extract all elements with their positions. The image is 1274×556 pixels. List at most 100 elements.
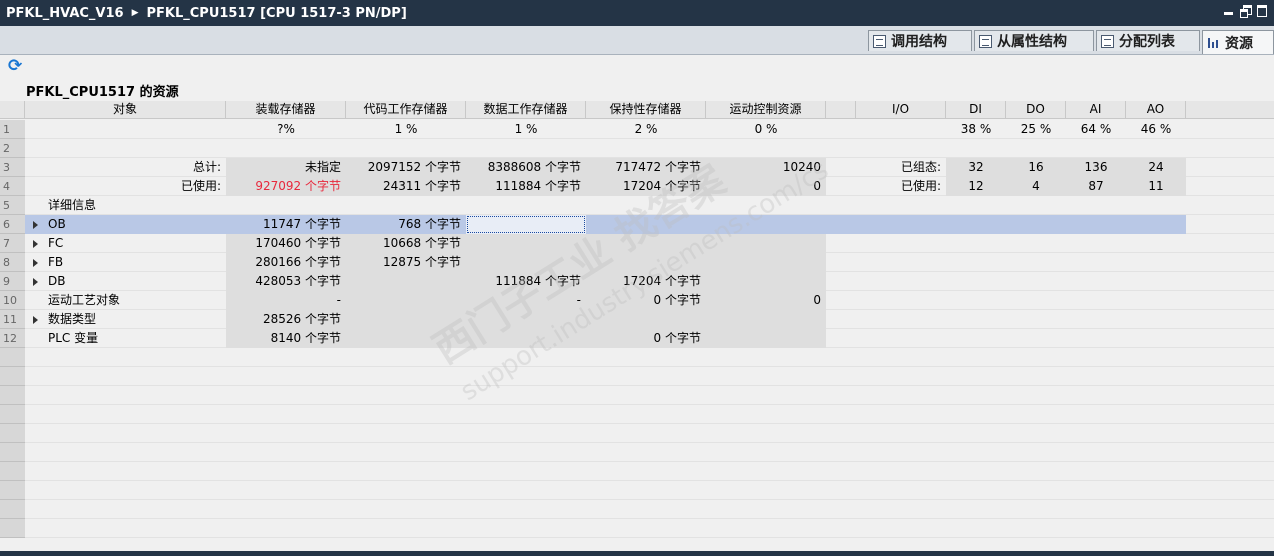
detail-name[interactable]: PLC 变量 <box>44 329 224 348</box>
detail-name[interactable]: DB <box>44 272 224 291</box>
detail-code[interactable]: 10668 个字节 <box>346 234 466 253</box>
device-name[interactable]: PFKL_CPU1517 [CPU 1517-3 PN/DP] <box>147 6 407 21</box>
header-data-work-memory[interactable]: 数据工作存储器 <box>466 101 586 119</box>
maximize-icon[interactable] <box>1257 5 1268 17</box>
header-ai[interactable]: AI <box>1066 101 1126 119</box>
header-ao[interactable]: AO <box>1126 101 1186 119</box>
detail-motion[interactable] <box>706 272 826 291</box>
detail-motion[interactable] <box>706 253 826 272</box>
minimize-icon[interactable] <box>1223 5 1234 16</box>
row-number[interactable] <box>0 443 25 462</box>
row4-ai: 87 <box>1066 177 1126 196</box>
row-number[interactable] <box>0 405 25 424</box>
header-retentive-memory[interactable]: 保持性存储器 <box>586 101 706 119</box>
header-do[interactable]: DO <box>1006 101 1066 119</box>
detail-data[interactable] <box>466 234 586 253</box>
header-load-memory[interactable]: 装载存储器 <box>226 101 346 119</box>
detail-name[interactable]: OB <box>44 215 224 234</box>
row-number[interactable]: 3 <box>0 158 25 177</box>
row1-ao: 46 % <box>1140 122 1172 136</box>
detail-code[interactable]: 12875 个字节 <box>346 253 466 272</box>
detail-load[interactable]: - <box>226 291 346 310</box>
detail-code[interactable] <box>346 329 466 348</box>
detail-load[interactable]: 8140 个字节 <box>226 329 346 348</box>
header-code-work-memory[interactable]: 代码工作存储器 <box>346 101 466 119</box>
header-object[interactable]: 对象 <box>25 101 226 119</box>
row3-do: 16 <box>1006 158 1066 177</box>
detail-load[interactable]: 28526 个字节 <box>226 310 346 329</box>
row-number[interactable] <box>0 519 25 538</box>
row-number[interactable] <box>0 462 25 481</box>
detail-load[interactable]: 428053 个字节 <box>226 272 346 291</box>
detail-motion[interactable]: 0 <box>706 291 826 310</box>
detail-motion[interactable] <box>706 215 826 234</box>
detail-retain[interactable]: 0 个字节 <box>586 329 706 348</box>
detail-load[interactable]: 170460 个字节 <box>226 234 346 253</box>
row-number[interactable] <box>0 424 25 443</box>
row4-ao: 11 <box>1126 177 1186 196</box>
expand-arrow-icon[interactable] <box>33 240 38 248</box>
row-number[interactable]: 11 <box>0 310 25 329</box>
detail-code[interactable] <box>346 310 466 329</box>
detail-name[interactable]: 数据类型 <box>44 310 224 329</box>
header-motion-resources[interactable]: 运动控制资源 <box>706 101 826 119</box>
expand-arrow-icon[interactable] <box>33 278 38 286</box>
tab-resources[interactable]: 资源 <box>1202 30 1274 54</box>
header-di[interactable]: DI <box>946 101 1006 119</box>
detail-name[interactable]: FC <box>44 234 224 253</box>
row-number[interactable]: 9 <box>0 272 25 291</box>
expand-arrow-icon[interactable] <box>33 316 38 324</box>
detail-name[interactable]: 运动工艺对象 <box>44 291 224 310</box>
detail-motion[interactable] <box>706 310 826 329</box>
detail-retain[interactable] <box>586 215 706 234</box>
table-row <box>25 519 1274 538</box>
detail-data[interactable] <box>466 310 586 329</box>
header-io[interactable]: I/O <box>856 101 946 119</box>
detail-retain[interactable] <box>586 234 706 253</box>
row-number[interactable]: 2 <box>0 139 25 158</box>
detail-retain[interactable] <box>586 253 706 272</box>
row-number[interactable]: 7 <box>0 234 25 253</box>
table-row <box>25 424 1274 443</box>
detail-data[interactable]: - <box>466 291 586 310</box>
detail-retain[interactable]: 17204 个字节 <box>586 272 706 291</box>
restore-icon[interactable] <box>1240 5 1252 18</box>
row-number[interactable]: 10 <box>0 291 25 310</box>
row1-retain: 2 % <box>634 122 658 136</box>
detail-data[interactable]: 111884 个字节 <box>466 272 586 291</box>
tab-dependency-structure[interactable]: 从属性结构 <box>974 30 1094 51</box>
row-number[interactable]: 12 <box>0 329 25 348</box>
row-number[interactable]: 8 <box>0 253 25 272</box>
detail-motion[interactable] <box>706 329 826 348</box>
row-number[interactable]: 4 <box>0 177 25 196</box>
tab-assignment-list[interactable]: 分配列表 <box>1096 30 1200 51</box>
detail-load[interactable]: 11747 个字节 <box>226 215 346 234</box>
detail-data[interactable] <box>466 329 586 348</box>
row-number[interactable]: 5 <box>0 196 25 215</box>
detail-code[interactable]: 768 个字节 <box>346 215 466 234</box>
row-number[interactable]: 6 <box>0 215 25 234</box>
detail-name[interactable]: FB <box>44 253 224 272</box>
expand-arrow-icon[interactable] <box>33 221 38 229</box>
row-number[interactable] <box>0 367 25 386</box>
tab-call-structure[interactable]: 调用结构 <box>868 30 972 51</box>
header-spacer <box>826 101 856 119</box>
row-number[interactable]: 1 <box>0 120 25 139</box>
detail-code[interactable] <box>346 272 466 291</box>
detail-data[interactable] <box>466 215 586 234</box>
project-name[interactable]: PFKL_HVAC_V16 <box>0 6 124 21</box>
row-number[interactable] <box>0 348 25 367</box>
row-number[interactable] <box>0 500 25 519</box>
detail-data[interactable] <box>466 253 586 272</box>
table-row <box>25 348 1274 367</box>
row1-di: 38 % <box>960 122 992 136</box>
refresh-icon[interactable]: ⟳ <box>8 58 24 75</box>
row-number[interactable] <box>0 481 25 500</box>
expand-arrow-icon[interactable] <box>33 259 38 267</box>
row-number[interactable] <box>0 386 25 405</box>
detail-load[interactable]: 280166 个字节 <box>226 253 346 272</box>
detail-retain[interactable]: 0 个字节 <box>586 291 706 310</box>
detail-motion[interactable] <box>706 234 826 253</box>
detail-retain[interactable] <box>586 310 706 329</box>
detail-code[interactable] <box>346 291 466 310</box>
